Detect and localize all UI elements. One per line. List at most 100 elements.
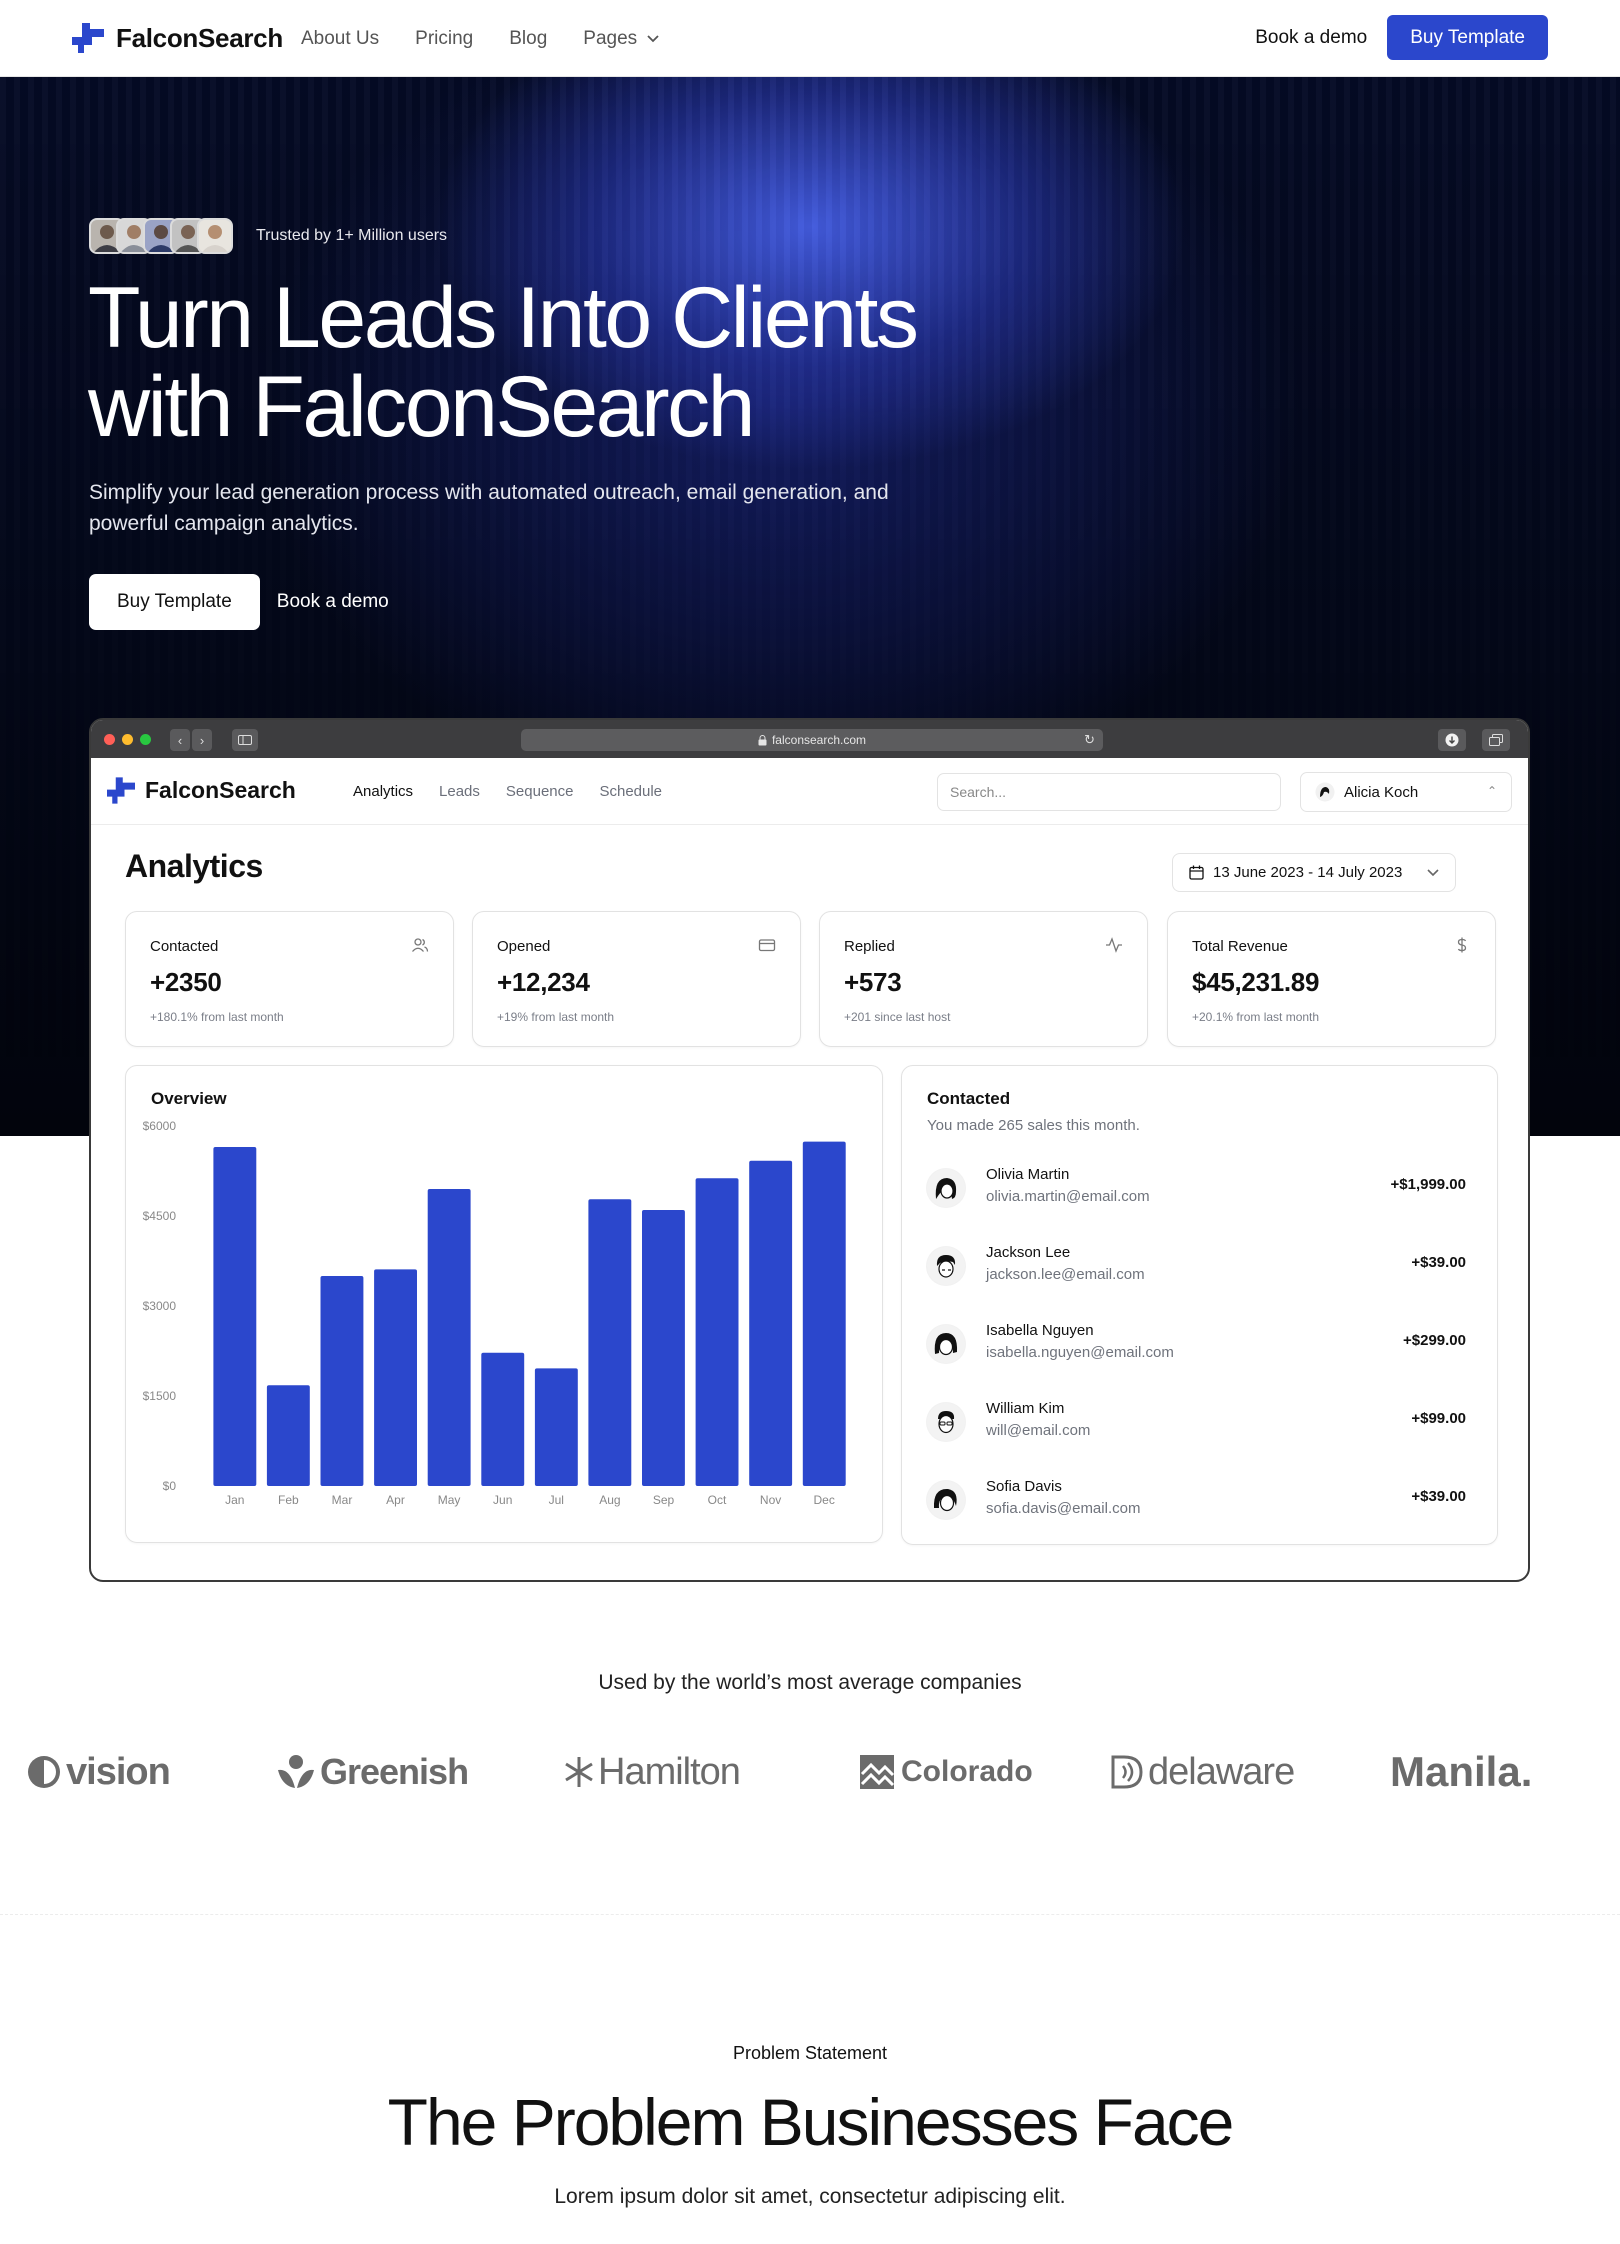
download-icon[interactable]	[1438, 729, 1466, 751]
avatar	[926, 1324, 966, 1364]
stat-label: Replied	[844, 938, 895, 955]
customer-name: Jackson Lee	[986, 1244, 1071, 1261]
x-tick-label: Mar	[332, 1493, 353, 1507]
sale-amount: +$99.00	[1411, 1410, 1466, 1427]
nav-about-us[interactable]: About Us	[301, 28, 379, 50]
hero-buy-template-button[interactable]: Buy Template	[89, 574, 260, 630]
chevron-down-icon	[1427, 869, 1439, 877]
tab-sequence[interactable]: Sequence	[506, 783, 574, 800]
stat-label: Opened	[497, 938, 551, 955]
dollar-icon	[1457, 937, 1467, 953]
problem-section-title: The Problem Businesses Face	[387, 2085, 1235, 2159]
tab-analytics[interactable]: Analytics	[353, 783, 413, 800]
date-range-text: 13 June 2023 - 14 July 2023	[1213, 864, 1403, 881]
bar-sep[interactable]	[642, 1210, 685, 1486]
back-icon[interactable]: ‹	[170, 729, 190, 751]
bar-mar[interactable]	[320, 1276, 364, 1486]
search-input[interactable]: Search...	[937, 773, 1281, 811]
app-brand[interactable]: FalconSearch	[107, 777, 296, 804]
logo-text: Colorado	[901, 1755, 1033, 1788]
user-avatars	[89, 218, 233, 254]
stat-value: $45,231.89	[1192, 967, 1320, 997]
bar-nov[interactable]	[749, 1160, 793, 1486]
logo-delaware: delaware	[1110, 1745, 1295, 1799]
stat-change: +180.1% from last month	[150, 1010, 284, 1024]
logo-manila: Manila.	[1390, 1745, 1532, 1799]
users-icon	[412, 938, 429, 952]
stat-card-contacted: Contacted +2350 +180.1% from last month	[125, 911, 454, 1047]
tab-schedule[interactable]: Schedule	[599, 783, 662, 800]
date-range-picker[interactable]: 13 June 2023 - 14 July 2023	[1172, 853, 1456, 892]
list-item[interactable]: William Kim will@email.com +$99.00	[926, 1396, 1466, 1452]
nav-blog[interactable]: Blog	[509, 28, 547, 50]
nav-pages-label: Pages	[583, 27, 638, 49]
list-item[interactable]: Olivia Martin olivia.martin@email.com +$…	[926, 1162, 1466, 1218]
chevron-down-icon	[647, 34, 659, 42]
avatar	[926, 1168, 966, 1208]
x-tick-label: Oct	[708, 1493, 727, 1507]
x-tick-label: Jul	[549, 1493, 564, 1507]
stat-card-replied: Replied +573 +201 since last host	[819, 911, 1148, 1047]
x-tick-label: Aug	[599, 1493, 620, 1507]
list-item[interactable]: Sofia Davis sofia.davis@email.com +$39.0…	[926, 1474, 1466, 1530]
forward-icon[interactable]: ›	[192, 729, 212, 751]
bar-apr[interactable]	[374, 1269, 417, 1486]
book-demo-link[interactable]: Book a demo	[1255, 27, 1367, 49]
user-switcher[interactable]: Alicia Koch ⌃	[1300, 772, 1512, 812]
app-tabs: Analytics Leads Sequence Schedule	[353, 758, 662, 825]
bar-oct[interactable]	[695, 1178, 739, 1486]
x-tick-label: Apr	[386, 1493, 405, 1507]
bar-may[interactable]	[427, 1189, 471, 1486]
avatar	[926, 1480, 966, 1520]
customer-email: jackson.lee@email.com	[986, 1266, 1145, 1283]
colorado-mountain-icon	[860, 1755, 895, 1789]
bar-jan[interactable]	[213, 1147, 257, 1486]
x-tick-label: Jan	[225, 1493, 244, 1507]
contacted-panel: Contacted You made 265 sales this month.…	[901, 1065, 1498, 1545]
chevron-up-down-icon: ⌃	[1486, 784, 1497, 798]
vision-logo-icon	[28, 1756, 60, 1788]
falcon-logo-icon	[107, 777, 135, 804]
section-divider	[0, 1914, 1620, 1915]
dashboard-preview-window: ‹ › falconsearch.com ↻ FalconSearch Anal…	[89, 718, 1530, 1582]
app-header: FalconSearch Analytics Leads Sequence Sc…	[91, 758, 1528, 825]
url-text: falconsearch.com	[771, 733, 867, 747]
x-tick-label: May	[438, 1493, 461, 1507]
list-item[interactable]: Isabella Nguyen isabella.nguyen@email.co…	[926, 1318, 1466, 1374]
brand-logo[interactable]: FalconSearch	[72, 22, 283, 54]
app-brand-name: FalconSearch	[145, 777, 296, 803]
user-name: Alicia Koch	[1344, 783, 1419, 801]
stat-value: +12,234	[497, 967, 590, 997]
logo-greenish: Greenish	[276, 1745, 469, 1799]
tab-leads[interactable]: Leads	[439, 783, 480, 800]
x-tick-label: Dec	[814, 1493, 835, 1507]
bar-aug[interactable]	[588, 1199, 632, 1486]
buy-template-button[interactable]: Buy Template	[1387, 15, 1548, 60]
nav-pages[interactable]: Pages	[583, 28, 659, 50]
stat-card-total-revenue: Total Revenue $45,231.89 +20.1% from las…	[1167, 911, 1496, 1047]
y-tick-label: $3000	[143, 1299, 177, 1313]
credit-card-icon	[758, 939, 776, 952]
customer-email: olivia.martin@email.com	[986, 1188, 1150, 1205]
hamilton-star-icon	[565, 1757, 593, 1787]
sidebar-toggle-icon[interactable]	[232, 729, 258, 751]
tabs-overview-icon[interactable]	[1482, 729, 1510, 751]
reload-icon[interactable]: ↻	[1084, 732, 1095, 748]
hero-book-demo-link[interactable]: Book a demo	[277, 591, 389, 613]
bar-jun[interactable]	[481, 1352, 525, 1486]
nav-actions: Book a demo Buy Template	[1255, 15, 1548, 60]
customer-name: William Kim	[986, 1400, 1065, 1417]
bar-jul[interactable]	[534, 1368, 578, 1486]
top-nav: FalconSearch About Us Pricing Blog Pages…	[0, 0, 1620, 77]
nav-pricing[interactable]: Pricing	[415, 28, 473, 50]
logos-heading: Used by the world’s most average compani…	[598, 1671, 1022, 1694]
address-bar[interactable]: falconsearch.com ↻	[521, 729, 1103, 751]
list-item[interactable]: Jackson Lee jackson.lee@email.com +$39.0…	[926, 1240, 1466, 1296]
minimize-dot-icon	[122, 734, 133, 745]
activity-icon	[1106, 937, 1122, 953]
logo-text: delaware	[1148, 1750, 1295, 1793]
bar-dec[interactable]	[802, 1141, 846, 1486]
bar-feb[interactable]	[266, 1385, 310, 1486]
sale-amount: +$39.00	[1411, 1254, 1466, 1271]
stat-label: Total Revenue	[1192, 938, 1288, 955]
